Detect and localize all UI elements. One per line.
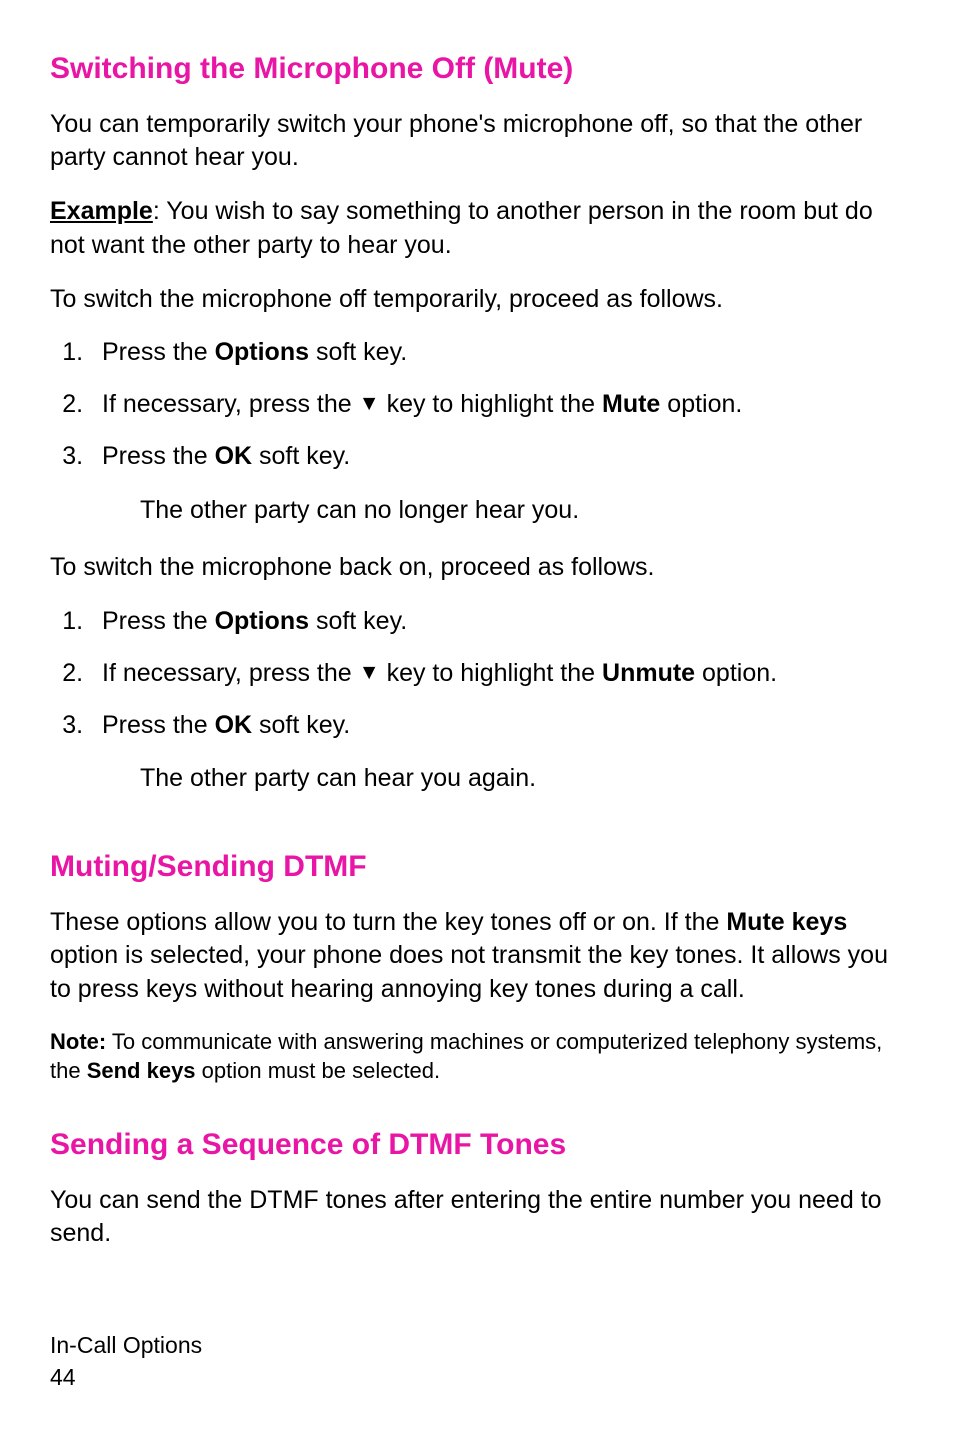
step-on-2: If necessary, press the ▼ key to highlig… — [90, 657, 904, 691]
text: option. — [660, 390, 742, 418]
lead-mic-off: To switch the microphone off temporarily… — [50, 283, 904, 317]
lead-mic-on: To switch the microphone back on, procee… — [50, 551, 904, 585]
dtmf-note: Note: To communicate with answering mach… — [50, 1027, 904, 1086]
heading-mute: Switching the Microphone Off (Mute) — [50, 50, 904, 88]
step-on-3: Press the OK soft key. — [90, 709, 904, 743]
key-ok: OK — [215, 442, 253, 470]
text: If necessary, press the — [102, 659, 359, 687]
step-off-3: Press the OK soft key. — [90, 440, 904, 474]
text: soft key. — [309, 338, 407, 366]
chapter-title: In-Call Options — [50, 1329, 202, 1361]
result-mic-off: The other party can no longer hear you. — [140, 494, 904, 528]
mute-example: Example: You wish to say something to an… — [50, 195, 904, 263]
mute-intro: You can temporarily switch your phone's … — [50, 108, 904, 176]
text: option is selected, your phone does not … — [50, 941, 888, 1003]
text: Press the — [102, 442, 215, 470]
down-arrow-icon: ▼ — [359, 658, 380, 687]
heading-dtmf-seq: Sending a Sequence of DTMF Tones — [50, 1126, 904, 1164]
dtmf-seq-body: You can send the DTMF tones after enteri… — [50, 1184, 904, 1252]
text: These options allow you to turn the key … — [50, 908, 726, 936]
text: Press the — [102, 607, 215, 635]
text: If necessary, press the — [102, 390, 359, 418]
down-arrow-icon: ▼ — [359, 389, 380, 418]
key-ok: OK — [215, 711, 253, 739]
step-off-1: Press the Options soft key. — [90, 336, 904, 370]
page-number: 44 — [50, 1361, 202, 1393]
example-text: : You wish to say something to another p… — [50, 197, 873, 259]
page-footer: In-Call Options 44 — [50, 1329, 202, 1393]
dtmf-mute-body: These options allow you to turn the key … — [50, 906, 904, 1007]
steps-mic-on: Press the Options soft key. If necessary… — [50, 605, 904, 742]
text: key to highlight the — [380, 390, 602, 418]
text: option. — [695, 659, 777, 687]
option-mute-keys: Mute keys — [726, 908, 847, 936]
result-mic-on: The other party can hear you again. — [140, 762, 904, 796]
note-label: Note: — [50, 1029, 106, 1054]
text: option must be selected. — [196, 1058, 441, 1083]
text: Press the — [102, 338, 215, 366]
page: Switching the Microphone Off (Mute) You … — [0, 0, 954, 1433]
text: soft key. — [252, 711, 350, 739]
key-options: Options — [215, 607, 309, 635]
text: soft key. — [309, 607, 407, 635]
heading-dtmf-mute: Muting/Sending DTMF — [50, 848, 904, 886]
example-label: Example — [50, 197, 153, 225]
key-options: Options — [215, 338, 309, 366]
text: key to highlight the — [380, 659, 602, 687]
step-on-1: Press the Options soft key. — [90, 605, 904, 639]
option-unmute: Unmute — [602, 659, 695, 687]
text: soft key. — [252, 442, 350, 470]
option-mute: Mute — [602, 390, 660, 418]
step-off-2: If necessary, press the ▼ key to highlig… — [90, 388, 904, 422]
steps-mic-off: Press the Options soft key. If necessary… — [50, 336, 904, 473]
option-send-keys: Send keys — [87, 1058, 196, 1083]
text: Press the — [102, 711, 215, 739]
